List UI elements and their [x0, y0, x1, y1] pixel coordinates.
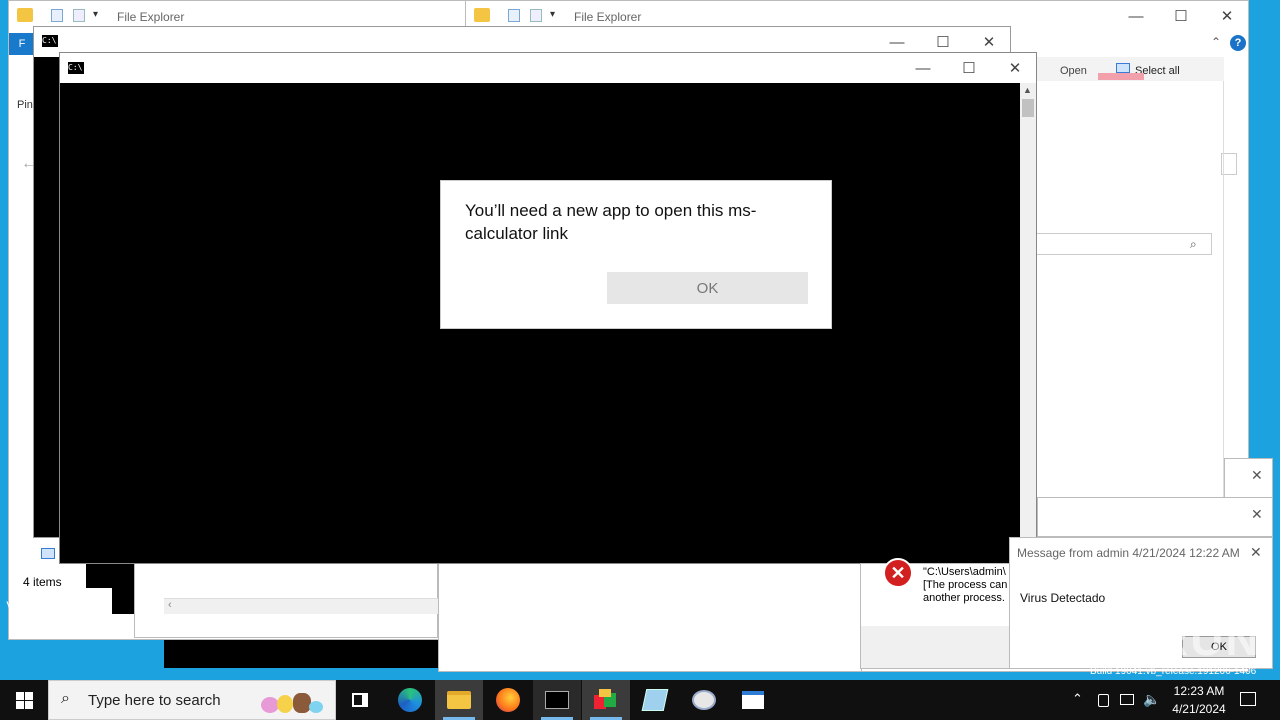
horizontal-scrollbar[interactable]: [164, 598, 438, 614]
window-app-button[interactable]: [729, 680, 777, 720]
scroll-up-icon[interactable]: ▲: [1023, 85, 1032, 95]
maximize-button[interactable]: ☐: [1158, 1, 1204, 31]
collapse-ribbon-icon[interactable]: ⌃: [1211, 35, 1221, 49]
folder-icon: [474, 8, 490, 22]
desktop-icon-label[interactable]: VLC media player: [6, 598, 66, 630]
message-body: Virus Detectado: [1020, 591, 1106, 605]
pin-label[interactable]: Pin: [17, 99, 33, 111]
clock-date[interactable]: 4/21/2024: [1166, 702, 1232, 716]
chevron-down-icon[interactable]: ▾: [93, 9, 98, 20]
paint-button[interactable]: [680, 680, 728, 720]
error-text-line: another process.: [923, 592, 1005, 604]
minimize-button[interactable]: —: [900, 53, 946, 83]
cmd-icon: C:\.: [68, 62, 84, 74]
properties-icon[interactable]: [51, 9, 63, 22]
cmd-icon: [545, 691, 569, 709]
console-fragment: [86, 562, 112, 588]
error-dialog-back: ✕: [1224, 458, 1273, 498]
cmd-back-console[interactable]: [34, 57, 60, 537]
close-icon[interactable]: ✕: [1250, 544, 1262, 561]
window-fragment: [438, 562, 862, 672]
notepad-button[interactable]: [631, 680, 679, 720]
tablet-icon[interactable]: [1098, 694, 1109, 707]
cmd-button[interactable]: [533, 680, 581, 720]
new-folder-icon[interactable]: [530, 9, 542, 22]
error-icon: ✕: [883, 558, 913, 588]
close-button[interactable]: ✕: [992, 53, 1038, 83]
open-button[interactable]: Open: [1060, 65, 1087, 77]
vertical-scrollbar[interactable]: ▲: [1020, 83, 1036, 563]
watermark-text: ANY RUN: [1038, 613, 1261, 665]
windows-logo-icon: [15, 691, 33, 709]
search-placeholder: Type here to search: [88, 692, 221, 709]
build-text: Build 19041.vb_release.191206-1406: [1090, 666, 1257, 677]
paint-icon: [692, 690, 716, 710]
file-explorer-button[interactable]: [435, 680, 483, 720]
window-title: File Explorer: [117, 10, 185, 24]
properties-icon[interactable]: [508, 9, 520, 22]
close-button[interactable]: ✕: [1204, 1, 1250, 31]
scroll-thumb[interactable]: [1022, 99, 1034, 117]
window-app-icon: [742, 691, 764, 709]
task-view-icon: [352, 693, 368, 707]
help-icon[interactable]: ?: [1230, 35, 1246, 51]
error-dialog-footer: [861, 626, 1011, 668]
status-item-count: 4 items: [23, 575, 62, 589]
edge-icon: [398, 688, 422, 712]
chevron-down-icon[interactable]: ▾: [550, 9, 555, 20]
desktop-icon-label[interactable]: higher: [78, 598, 112, 612]
new-app-dialog: You’ll need a new app to open this ms-ca…: [440, 180, 832, 329]
scroll-left-icon[interactable]: ‹: [168, 599, 172, 611]
cmd-icon: C:\.: [42, 35, 58, 47]
window-title: File Explorer: [574, 10, 642, 24]
vertical-divider: [1223, 81, 1224, 497]
cube-icon: [594, 689, 618, 711]
highlight-mark: [1098, 73, 1144, 80]
minimize-button[interactable]: —: [1113, 1, 1159, 31]
folder-icon: [447, 691, 471, 709]
firefox-button[interactable]: [484, 680, 532, 720]
maximize-button[interactable]: ☐: [946, 53, 992, 83]
search-box[interactable]: ⌕ Type here to search: [48, 680, 336, 720]
error-dialog: ✕ "C:\Users\admin\ [The process can anot…: [860, 558, 1012, 669]
ok-button[interactable]: OK: [607, 272, 808, 304]
message-title: Message from admin 4/21/2024 12:22 AM: [1017, 546, 1240, 560]
easter-decoration-icon: [259, 689, 329, 715]
error-text-line: "C:\Users\admin\: [923, 566, 1006, 578]
close-icon[interactable]: ✕: [1251, 506, 1263, 523]
details-view-icon[interactable]: [41, 548, 55, 559]
error-text-line: [The process can: [923, 579, 1008, 591]
search-icon: ⌕: [1190, 237, 1197, 251]
new-folder-icon[interactable]: [73, 9, 85, 22]
network-icon[interactable]: [1120, 694, 1134, 705]
notification-icon[interactable]: [1240, 692, 1256, 706]
chevron-up-icon[interactable]: ⌃: [1072, 691, 1083, 707]
dialog-message: You’ll need a new app to open this ms-ca…: [465, 201, 757, 243]
error-dialog-mid: ✕: [1037, 497, 1273, 537]
search-icon: ⌕: [61, 690, 70, 707]
task-view-button[interactable]: [336, 680, 384, 720]
notepad-icon: [641, 689, 669, 711]
select-all-icon: [1116, 63, 1130, 73]
volume-icon[interactable]: 🔈: [1143, 691, 1160, 708]
file-tab[interactable]: F: [9, 33, 35, 55]
clock-time[interactable]: 12:23 AM: [1170, 684, 1228, 698]
console-fragment: [164, 640, 438, 668]
firefox-icon: [496, 688, 520, 712]
close-icon[interactable]: ✕: [1251, 467, 1263, 484]
folder-icon: [17, 8, 33, 22]
start-button[interactable]: [0, 680, 48, 720]
app-cube-button[interactable]: [582, 680, 630, 720]
edge-button[interactable]: [386, 680, 434, 720]
